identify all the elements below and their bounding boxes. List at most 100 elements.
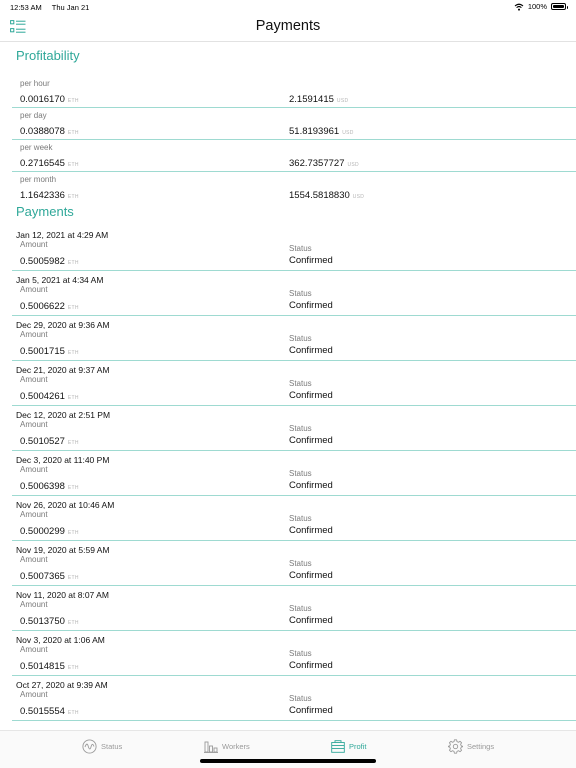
payment-row[interactable]: Nov 3, 2020 at 1:06 AM Amount 0.5014815 E…	[12, 631, 576, 676]
payment-row[interactable]: Dec 21, 2020 at 9:37 AM Amount 0.5004261…	[12, 361, 576, 406]
payment-row[interactable]: Nov 26, 2020 at 10:46 AM Amount 0.500029…	[12, 496, 576, 541]
payment-amount: 0.5010527 ETH	[20, 436, 79, 447]
amount-label: Amount	[20, 600, 48, 609]
tab-profit-label: Profit	[349, 741, 367, 751]
profitability-row: per hour 0.0016170 ETH 2.1591415 USD	[12, 76, 576, 108]
payment-row[interactable]: Jan 12, 2021 at 4:29 AM Amount 0.5005982…	[12, 226, 576, 271]
payment-row[interactable]: Dec 12, 2020 at 2:51 PM Amount 0.5010527…	[12, 406, 576, 451]
wifi-icon	[514, 3, 524, 11]
payment-amount: 0.5000299 ETH	[20, 526, 79, 537]
tab-settings-label: Settings	[467, 741, 495, 751]
tab-workers[interactable]: Workers	[204, 738, 250, 754]
amount-label: Amount	[20, 420, 48, 429]
profitability-section-title: Profitability	[16, 48, 80, 63]
battery-fill	[553, 5, 564, 8]
payment-amount: 0.5006622 ETH	[20, 301, 79, 312]
status-label: Status	[289, 469, 312, 478]
tab-status[interactable]: Status	[82, 738, 122, 754]
payment-row[interactable]: Nov 11, 2020 at 8:07 AM Amount 0.5013750…	[12, 586, 576, 631]
payment-date: Dec 21, 2020 at 9:37 AM	[16, 365, 110, 375]
status-label: Status	[289, 604, 312, 613]
navigation-bar: Payments	[0, 14, 576, 42]
payment-status: Confirmed	[289, 390, 333, 401]
payment-status: Confirmed	[289, 435, 333, 446]
payment-status: Confirmed	[289, 345, 333, 356]
payment-status: Confirmed	[289, 570, 333, 581]
payment-row[interactable]: Dec 29, 2020 at 9:36 AM Amount 0.5001715…	[12, 316, 576, 361]
payment-date: Oct 27, 2020 at 9:39 AM	[16, 680, 108, 690]
payment-row[interactable]: Dec 3, 2020 at 11:40 PM Amount 0.5006398…	[12, 451, 576, 496]
status-label: Status	[289, 559, 312, 568]
tab-settings[interactable]: Settings	[448, 738, 494, 754]
payment-amount: 0.5006398 ETH	[20, 481, 79, 492]
profitability-usd-value: 2.1591415 USD	[289, 94, 349, 105]
profitability-period-label: per hour	[20, 79, 50, 88]
payment-amount: 0.5004261 ETH	[20, 391, 79, 402]
tab-status-label: Status	[101, 741, 123, 751]
status-label: Status	[289, 514, 312, 523]
payment-status: Confirmed	[289, 615, 333, 626]
payment-date: Nov 26, 2020 at 10:46 AM	[16, 500, 115, 510]
payment-date: Dec 12, 2020 at 2:51 PM	[16, 410, 111, 420]
status-time: 12:53 AM	[10, 3, 42, 12]
payment-date: Jan 12, 2021 at 4:29 AM	[16, 230, 109, 240]
status-date: Thu Jan 21	[51, 3, 90, 12]
status-indicators: 100%	[514, 2, 568, 11]
payment-row[interactable]: Nov 19, 2020 at 5:59 AM Amount 0.5007365…	[12, 541, 576, 586]
payment-amount: 0.5014815 ETH	[20, 661, 79, 672]
payment-status: Confirmed	[289, 660, 333, 671]
payment-amount: 0.5005982 ETH	[20, 256, 79, 267]
status-label: Status	[289, 649, 312, 658]
profitability-usd-value: 362.7357727 USD	[289, 158, 359, 169]
payment-status: Confirmed	[289, 705, 333, 716]
profitability-eth-value: 0.2716545 ETH	[20, 158, 79, 169]
payment-date: Dec 3, 2020 at 11:40 PM	[16, 455, 110, 465]
profitability-usd-value: 51.8193961 USD	[289, 126, 354, 137]
wallet-icon	[331, 739, 345, 753]
profitability-row: per week 0.2716545 ETH 362.7357727 USD	[12, 140, 576, 172]
amount-label: Amount	[20, 240, 48, 249]
status-bar: 12:53 AM Thu Jan 21 100%	[0, 0, 576, 14]
payment-date: Jan 5, 2021 at 4:34 AM	[16, 275, 104, 285]
amount-label: Amount	[20, 330, 48, 339]
pulse-icon	[82, 738, 97, 754]
status-label: Status	[289, 379, 312, 388]
profitability-eth-value: 1.1642336 ETH	[20, 190, 79, 201]
profitability-period-label: per day	[20, 111, 47, 120]
amount-label: Amount	[20, 285, 48, 294]
profitability-row: per month 1.1642336 ETH 1554.5818830 USD	[12, 172, 576, 204]
payment-status: Confirmed	[289, 300, 333, 311]
payment-amount: 0.5007365 ETH	[20, 571, 79, 582]
amount-label: Amount	[20, 465, 48, 474]
payment-row[interactable]: Jan 5, 2021 at 4:34 AM Amount 0.5006622 E…	[12, 271, 576, 316]
status-label: Status	[289, 694, 312, 703]
payment-status: Confirmed	[289, 255, 333, 266]
status-label: Status	[289, 334, 312, 343]
amount-label: Amount	[20, 645, 48, 654]
tab-profit[interactable]: Profit	[331, 738, 367, 754]
payment-amount: 0.5001715 ETH	[20, 346, 79, 357]
gear-icon	[448, 738, 463, 754]
profitability-eth-value: 0.0388078 ETH	[20, 126, 79, 137]
amount-label: Amount	[20, 375, 48, 384]
payment-date: Nov 19, 2020 at 5:59 AM	[16, 545, 110, 555]
profitability-usd-value: 1554.5818830 USD	[289, 190, 365, 201]
payment-date: Dec 29, 2020 at 9:36 AM	[16, 320, 110, 330]
status-label: Status	[289, 244, 312, 253]
profitability-row: per day 0.0388078 ETH 51.8193961 USD	[12, 108, 576, 140]
battery-icon	[551, 3, 568, 10]
payment-date: Nov 3, 2020 at 1:06 AM	[16, 635, 105, 645]
battery-percent: 100%	[527, 2, 547, 11]
content-scroll-area[interactable]: Profitability per hour 0.0016170 ETH 2.15…	[0, 43, 576, 729]
tab-workers-label: Workers	[222, 741, 250, 751]
payment-row[interactable]: Oct 27, 2020 at 9:39 AM Amount 0.5015554…	[12, 676, 576, 721]
profitability-period-label: per week	[20, 143, 53, 152]
amount-label: Amount	[20, 555, 48, 564]
home-indicator[interactable]	[200, 759, 376, 763]
amount-label: Amount	[20, 690, 48, 699]
payments-section-title: Payments	[16, 204, 74, 219]
payment-amount: 0.5015554 ETH	[20, 706, 79, 717]
payment-status: Confirmed	[289, 480, 333, 491]
page-title: Payments	[255, 18, 321, 34]
amount-label: Amount	[20, 510, 48, 519]
